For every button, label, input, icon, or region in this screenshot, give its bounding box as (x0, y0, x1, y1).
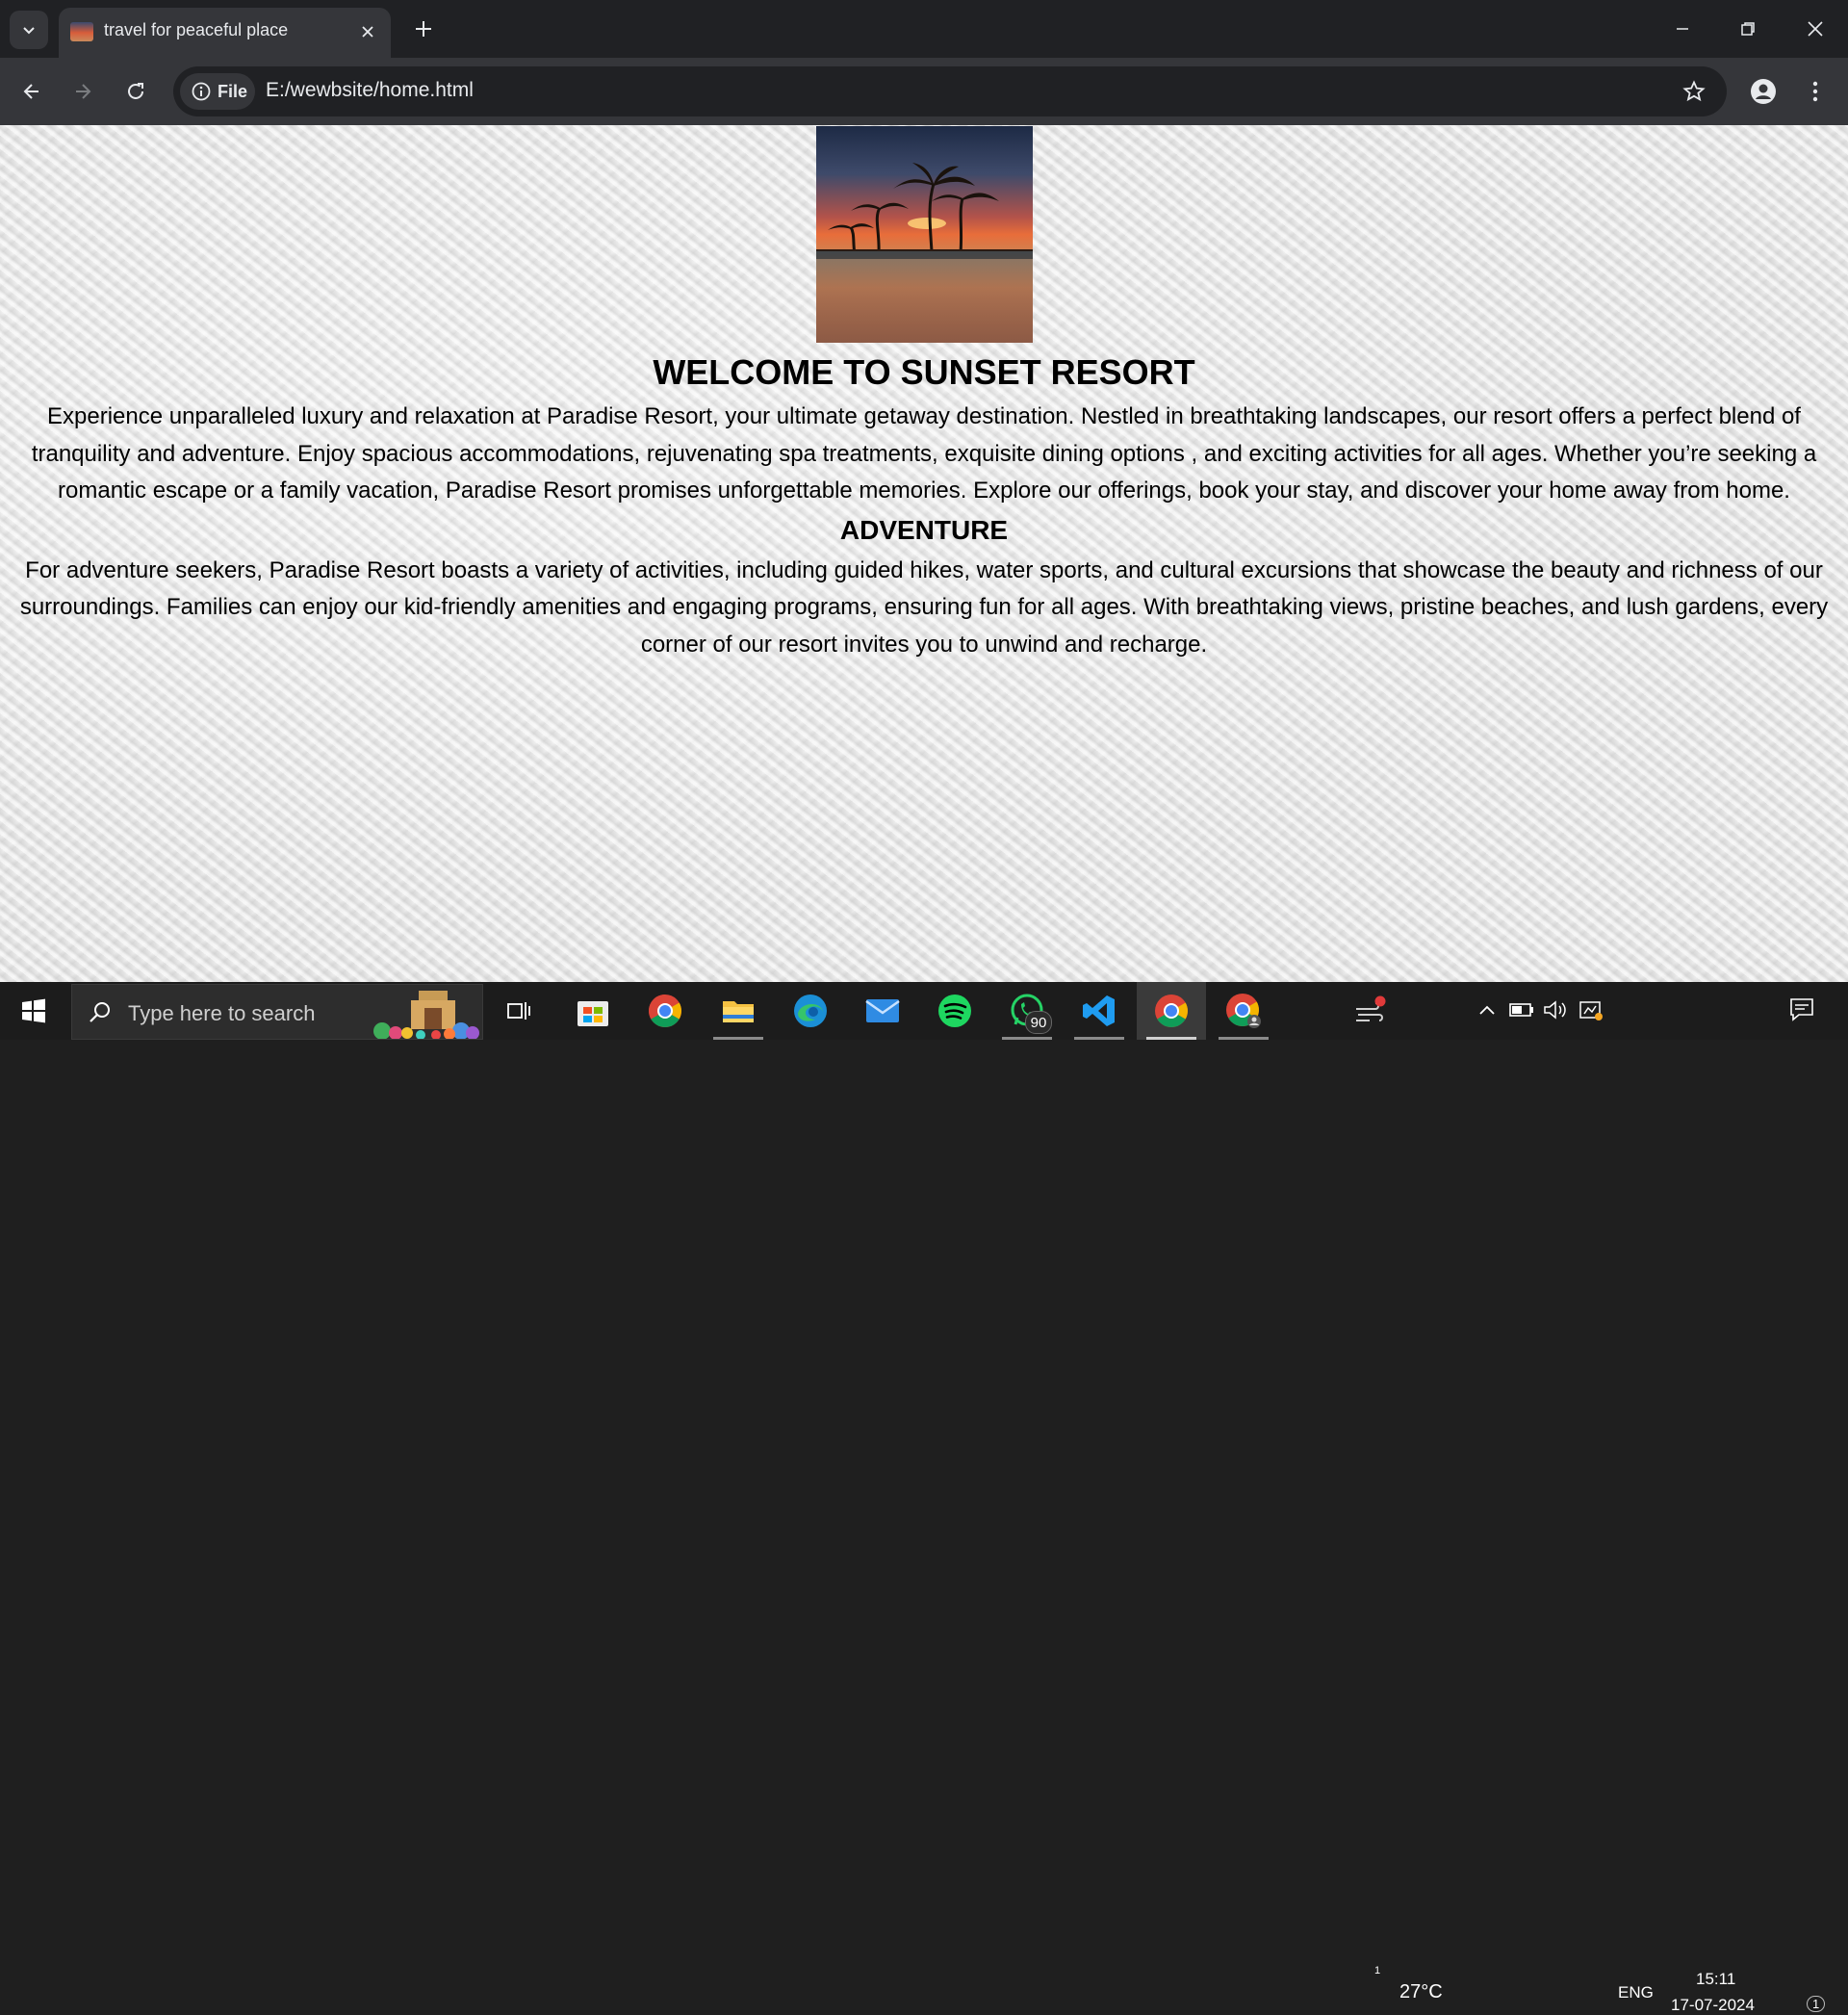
weather-button[interactable] (1353, 995, 1388, 1024)
taskbar-search[interactable]: Type here to search (71, 984, 483, 1040)
windows-logo-icon (22, 998, 45, 1023)
reload-button[interactable] (115, 70, 157, 113)
chrome-icon (1155, 995, 1188, 1027)
tab-search-button[interactable] (10, 11, 48, 49)
search-highlight-illustration (373, 991, 479, 1039)
volume-button[interactable] (1541, 995, 1570, 1024)
wind-weather-icon (1356, 995, 1386, 1021)
browser-toolbar: File E:/wewbsite/home.html (0, 58, 1848, 125)
chevron-up-icon (1479, 1005, 1495, 1015)
task-view-icon (507, 1002, 530, 1020)
browser-tabstrip: travel for peaceful place (0, 0, 1848, 58)
intro-paragraph: Experience unparalleled luxury and relax… (31, 403, 1817, 504)
restore-button[interactable] (1715, 0, 1781, 58)
address-bar[interactable]: File E:/wewbsite/home.html (173, 66, 1727, 116)
page-title: WELCOME TO SUNSET RESORT (653, 352, 1195, 392)
arrow-left-icon (23, 84, 38, 99)
mail-icon (865, 999, 900, 1022)
new-tab-button[interactable] (404, 10, 443, 48)
tab-title: travel for peaceful place (104, 20, 289, 39)
close-icon (1808, 21, 1823, 37)
notification-icon (1790, 998, 1813, 1021)
kebab-menu-icon (1812, 81, 1818, 102)
search-placeholder: Type here to search (128, 1001, 316, 1025)
network-button[interactable] (1577, 995, 1605, 1024)
show-hidden-icons-button[interactable] (1473, 995, 1502, 1024)
battery-icon (1509, 1003, 1533, 1017)
taskbar-chrome[interactable] (630, 982, 700, 1040)
chrome-icon (1226, 994, 1261, 1028)
site-chip-label: File (218, 81, 248, 101)
speaker-icon (1544, 1000, 1566, 1020)
reload-icon (128, 83, 143, 99)
forward-button[interactable] (62, 70, 104, 113)
page-content: WELCOME TO SUNSET RESORT Experience unpa… (0, 352, 1848, 663)
weather-alert-count: 1 (1374, 1965, 1381, 1976)
taskbar-chrome-profile[interactable] (1209, 982, 1278, 1040)
back-button[interactable] (11, 70, 53, 113)
star-icon (1682, 80, 1706, 102)
taskbar-spotify[interactable] (920, 982, 989, 1040)
network-icon (1579, 1001, 1603, 1020)
profile-icon (1751, 79, 1776, 104)
taskbar-mail[interactable] (848, 982, 917, 1040)
minimize-icon (1677, 28, 1688, 30)
store-icon (578, 1001, 608, 1026)
taskbar-chrome-active[interactable] (1137, 982, 1206, 1040)
taskbar-file-explorer[interactable] (704, 982, 773, 1040)
taskbar: Type here to search 90 1 27°C ENG 15:11 … (0, 982, 1848, 2014)
water-reflection (816, 251, 1033, 343)
taskbar-vscode[interactable] (1065, 982, 1134, 1040)
tab-favicon-icon (70, 22, 93, 41)
clock-date[interactable]: 17-07-2024 (1671, 1996, 1755, 2015)
notification-center-button[interactable] (1786, 995, 1821, 1024)
site-info-chip[interactable]: File (180, 73, 255, 110)
taskbar-whatsapp[interactable]: 90 (992, 982, 1062, 1040)
adventure-paragraph: For adventure seekers, Paradise Resort b… (19, 556, 1829, 658)
close-icon (362, 26, 373, 38)
battery-button[interactable] (1507, 995, 1536, 1024)
menu-button[interactable] (1794, 70, 1836, 113)
language-indicator[interactable]: ENG (1618, 1983, 1654, 2002)
taskbar-edge[interactable] (776, 982, 845, 1040)
edge-icon (794, 995, 827, 1027)
resort-hero-image (816, 126, 1033, 343)
whatsapp-unread-badge: 90 (1025, 1011, 1052, 1034)
chrome-icon (649, 995, 681, 1027)
notification-count: 1 (1807, 1996, 1826, 2012)
chevron-down-icon (23, 27, 35, 35)
section-heading-adventure: ADVENTURE (839, 514, 1009, 545)
plus-icon (416, 21, 431, 37)
profile-button[interactable] (1742, 70, 1784, 113)
browser-tab[interactable]: travel for peaceful place (59, 8, 391, 58)
url-text[interactable]: E:/wewbsite/home.html (266, 79, 474, 102)
close-window-button[interactable] (1783, 0, 1848, 58)
tab-close-button[interactable] (352, 16, 383, 47)
page-viewport: WELCOME TO SUNSET RESORT Experience unpa… (0, 125, 1848, 982)
taskbar-task-view[interactable] (484, 982, 553, 1040)
restore-icon (1741, 22, 1755, 36)
clock-time[interactable]: 15:11 (1696, 1970, 1735, 1989)
info-icon (192, 82, 211, 101)
taskbar-microsoft-store[interactable] (558, 982, 628, 1040)
minimize-button[interactable] (1650, 0, 1715, 58)
weather-temperature[interactable]: 27°C (1399, 1981, 1443, 2003)
spotify-icon (938, 995, 971, 1027)
arrow-right-icon (76, 84, 91, 99)
folder-icon (723, 1001, 754, 1022)
vscode-icon (1083, 995, 1115, 1026)
bookmark-button[interactable] (1675, 72, 1713, 111)
search-icon (90, 1002, 110, 1022)
start-button[interactable] (0, 982, 67, 1040)
